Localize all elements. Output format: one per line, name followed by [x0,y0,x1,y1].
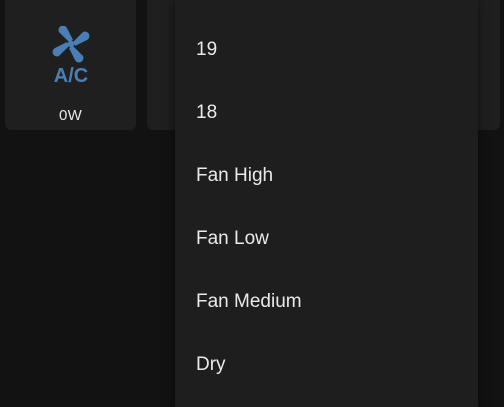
screen: A/C 0W 19 18 Fan High Fan Low Fan Medium… [0,0,504,407]
mode-dropdown-menu: 19 18 Fan High Fan Low Fan Medium Dry [175,0,478,407]
power-reading: 0W [58,107,83,124]
menu-item-fan-medium[interactable]: Fan Medium [175,270,478,333]
ac-icon-text: A/C [54,65,88,86]
menu-item-dry[interactable]: Dry [175,333,478,396]
menu-item-18[interactable]: 18 [175,81,478,144]
ac-tile[interactable]: A/C 0W [5,0,136,130]
menu-item-fan-high[interactable]: Fan High [175,144,478,207]
ac-fan-icon: A/C [52,26,90,86]
menu-item-fan-low[interactable]: Fan Low [175,207,478,270]
menu-item-19[interactable]: 19 [175,18,478,81]
